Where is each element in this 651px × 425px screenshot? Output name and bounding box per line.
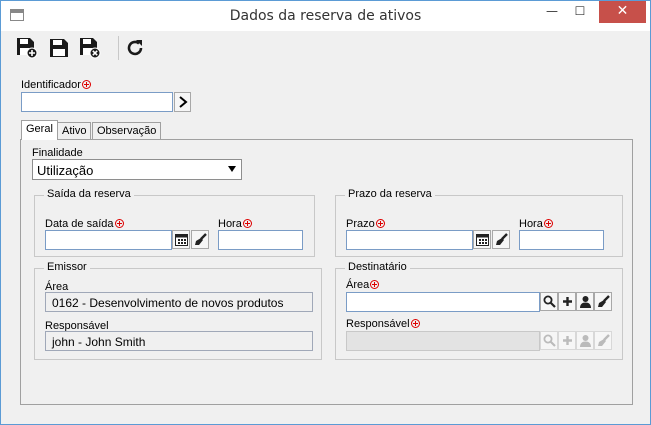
- search-icon: [543, 334, 556, 347]
- required-icon: [543, 219, 553, 228]
- tab-ativo[interactable]: Ativo: [57, 122, 92, 139]
- recipient-responsible-label: Responsável: [346, 318, 420, 330]
- minimize-button[interactable]: —: [538, 1, 566, 23]
- deadline-time-label: Hora: [519, 218, 553, 230]
- search-icon: [543, 295, 556, 308]
- required-icon: [242, 219, 252, 228]
- identifier-next-button[interactable]: [174, 92, 191, 112]
- tab-geral-label: Geral: [26, 123, 53, 135]
- departure-date-label-text: Data de saída: [45, 218, 114, 230]
- refresh-icon: [127, 40, 143, 56]
- departure-time-label: Hora: [218, 218, 252, 230]
- identifier-label: Identificador: [21, 79, 91, 91]
- identifier-input[interactable]: [21, 92, 173, 112]
- save-close-button[interactable]: [79, 37, 101, 59]
- recipient-responsible-user-button: [576, 331, 594, 350]
- recipient-group-title: Destinatário: [345, 261, 410, 273]
- purpose-label: Finalidade: [32, 147, 83, 159]
- deadline-date-label: Prazo: [346, 218, 385, 230]
- recipient-area-input[interactable]: [346, 292, 540, 312]
- departure-time-input[interactable]: [218, 230, 303, 250]
- purpose-select[interactable]: Utilização: [32, 159, 242, 180]
- toolbar-separator: [118, 36, 119, 60]
- identifier-label-text: Identificador: [21, 79, 81, 91]
- recipient-area-search-button[interactable]: [540, 292, 558, 311]
- required-icon: [114, 219, 124, 228]
- deadline-date-label-text: Prazo: [346, 218, 375, 230]
- plus-icon: [563, 297, 572, 306]
- required-icon: [410, 319, 420, 328]
- tab-geral[interactable]: Geral: [21, 120, 58, 140]
- chevron-right-icon: [179, 96, 188, 108]
- required-icon: [375, 219, 385, 228]
- recipient-area-user-button[interactable]: [576, 292, 594, 311]
- maximize-button[interactable]: ☐: [566, 1, 594, 23]
- deadline-time-input[interactable]: [519, 230, 604, 250]
- eraser-icon: [598, 334, 610, 346]
- plus-icon: [563, 336, 572, 345]
- departure-group-title: Saída da reserva: [44, 188, 134, 200]
- save-new-icon: [17, 38, 38, 59]
- deadline-clear-button[interactable]: [492, 230, 510, 249]
- required-icon: [81, 80, 91, 89]
- deadline-calendar-button[interactable]: [473, 230, 491, 249]
- close-button[interactable]: ✕: [599, 1, 646, 23]
- title-bar: Dados da reserva de ativos — ☐ ✕: [1, 1, 650, 31]
- tab-observacao-label: Observação: [97, 125, 157, 137]
- dialog-window: Dados da reserva de ativos — ☐ ✕ Identif…: [0, 0, 651, 425]
- toolbar: [1, 31, 650, 65]
- dropdown-arrow-icon: [228, 166, 236, 172]
- recipient-area-add-button[interactable]: [558, 292, 576, 311]
- deadline-date-input[interactable]: [346, 230, 473, 250]
- user-icon: [580, 296, 591, 308]
- save-new-button[interactable]: [16, 37, 38, 59]
- departure-time-label-text: Hora: [218, 218, 242, 230]
- issuer-responsible-value: john - John Smith: [52, 335, 146, 349]
- tab-observacao[interactable]: Observação: [92, 122, 162, 139]
- recipient-responsible-add-button: [558, 331, 576, 350]
- issuer-area-value: 0162 - Desenvolvimento de novos produtos: [52, 296, 284, 310]
- issuer-area-field: 0162 - Desenvolvimento de novos produtos: [45, 292, 313, 312]
- departure-clear-button[interactable]: [191, 230, 209, 249]
- departure-date-label: Data de saída: [45, 218, 124, 230]
- required-icon: [370, 280, 380, 289]
- user-icon: [580, 335, 591, 347]
- recipient-area-label: Área: [346, 279, 380, 291]
- departure-date-input[interactable]: [45, 230, 172, 250]
- save-button[interactable]: [48, 37, 70, 59]
- deadline-time-label-text: Hora: [519, 218, 543, 230]
- recipient-responsible-clear-button: [594, 331, 612, 350]
- tab-ativo-label: Ativo: [62, 125, 87, 137]
- recipient-responsible-search-button: [540, 331, 558, 350]
- calendar-icon: [476, 234, 489, 246]
- recipient-area-label-text: Área: [346, 279, 370, 291]
- issuer-responsible-field: john - John Smith: [45, 331, 313, 351]
- eraser-icon: [496, 233, 508, 245]
- deadline-group-title: Prazo da reserva: [345, 188, 435, 200]
- purpose-selected: Utilização: [37, 163, 94, 178]
- departure-calendar-button[interactable]: [172, 230, 190, 249]
- save-icon: [50, 39, 68, 57]
- recipient-responsible-input: [346, 331, 540, 351]
- calendar-icon: [175, 234, 188, 246]
- refresh-button[interactable]: [124, 37, 146, 59]
- eraser-icon: [195, 233, 207, 245]
- eraser-icon: [598, 295, 610, 307]
- recipient-area-clear-button[interactable]: [594, 292, 612, 311]
- save-close-icon: [80, 38, 101, 59]
- issuer-group-title: Emissor: [44, 261, 90, 273]
- recipient-responsible-label-text: Responsável: [346, 318, 410, 330]
